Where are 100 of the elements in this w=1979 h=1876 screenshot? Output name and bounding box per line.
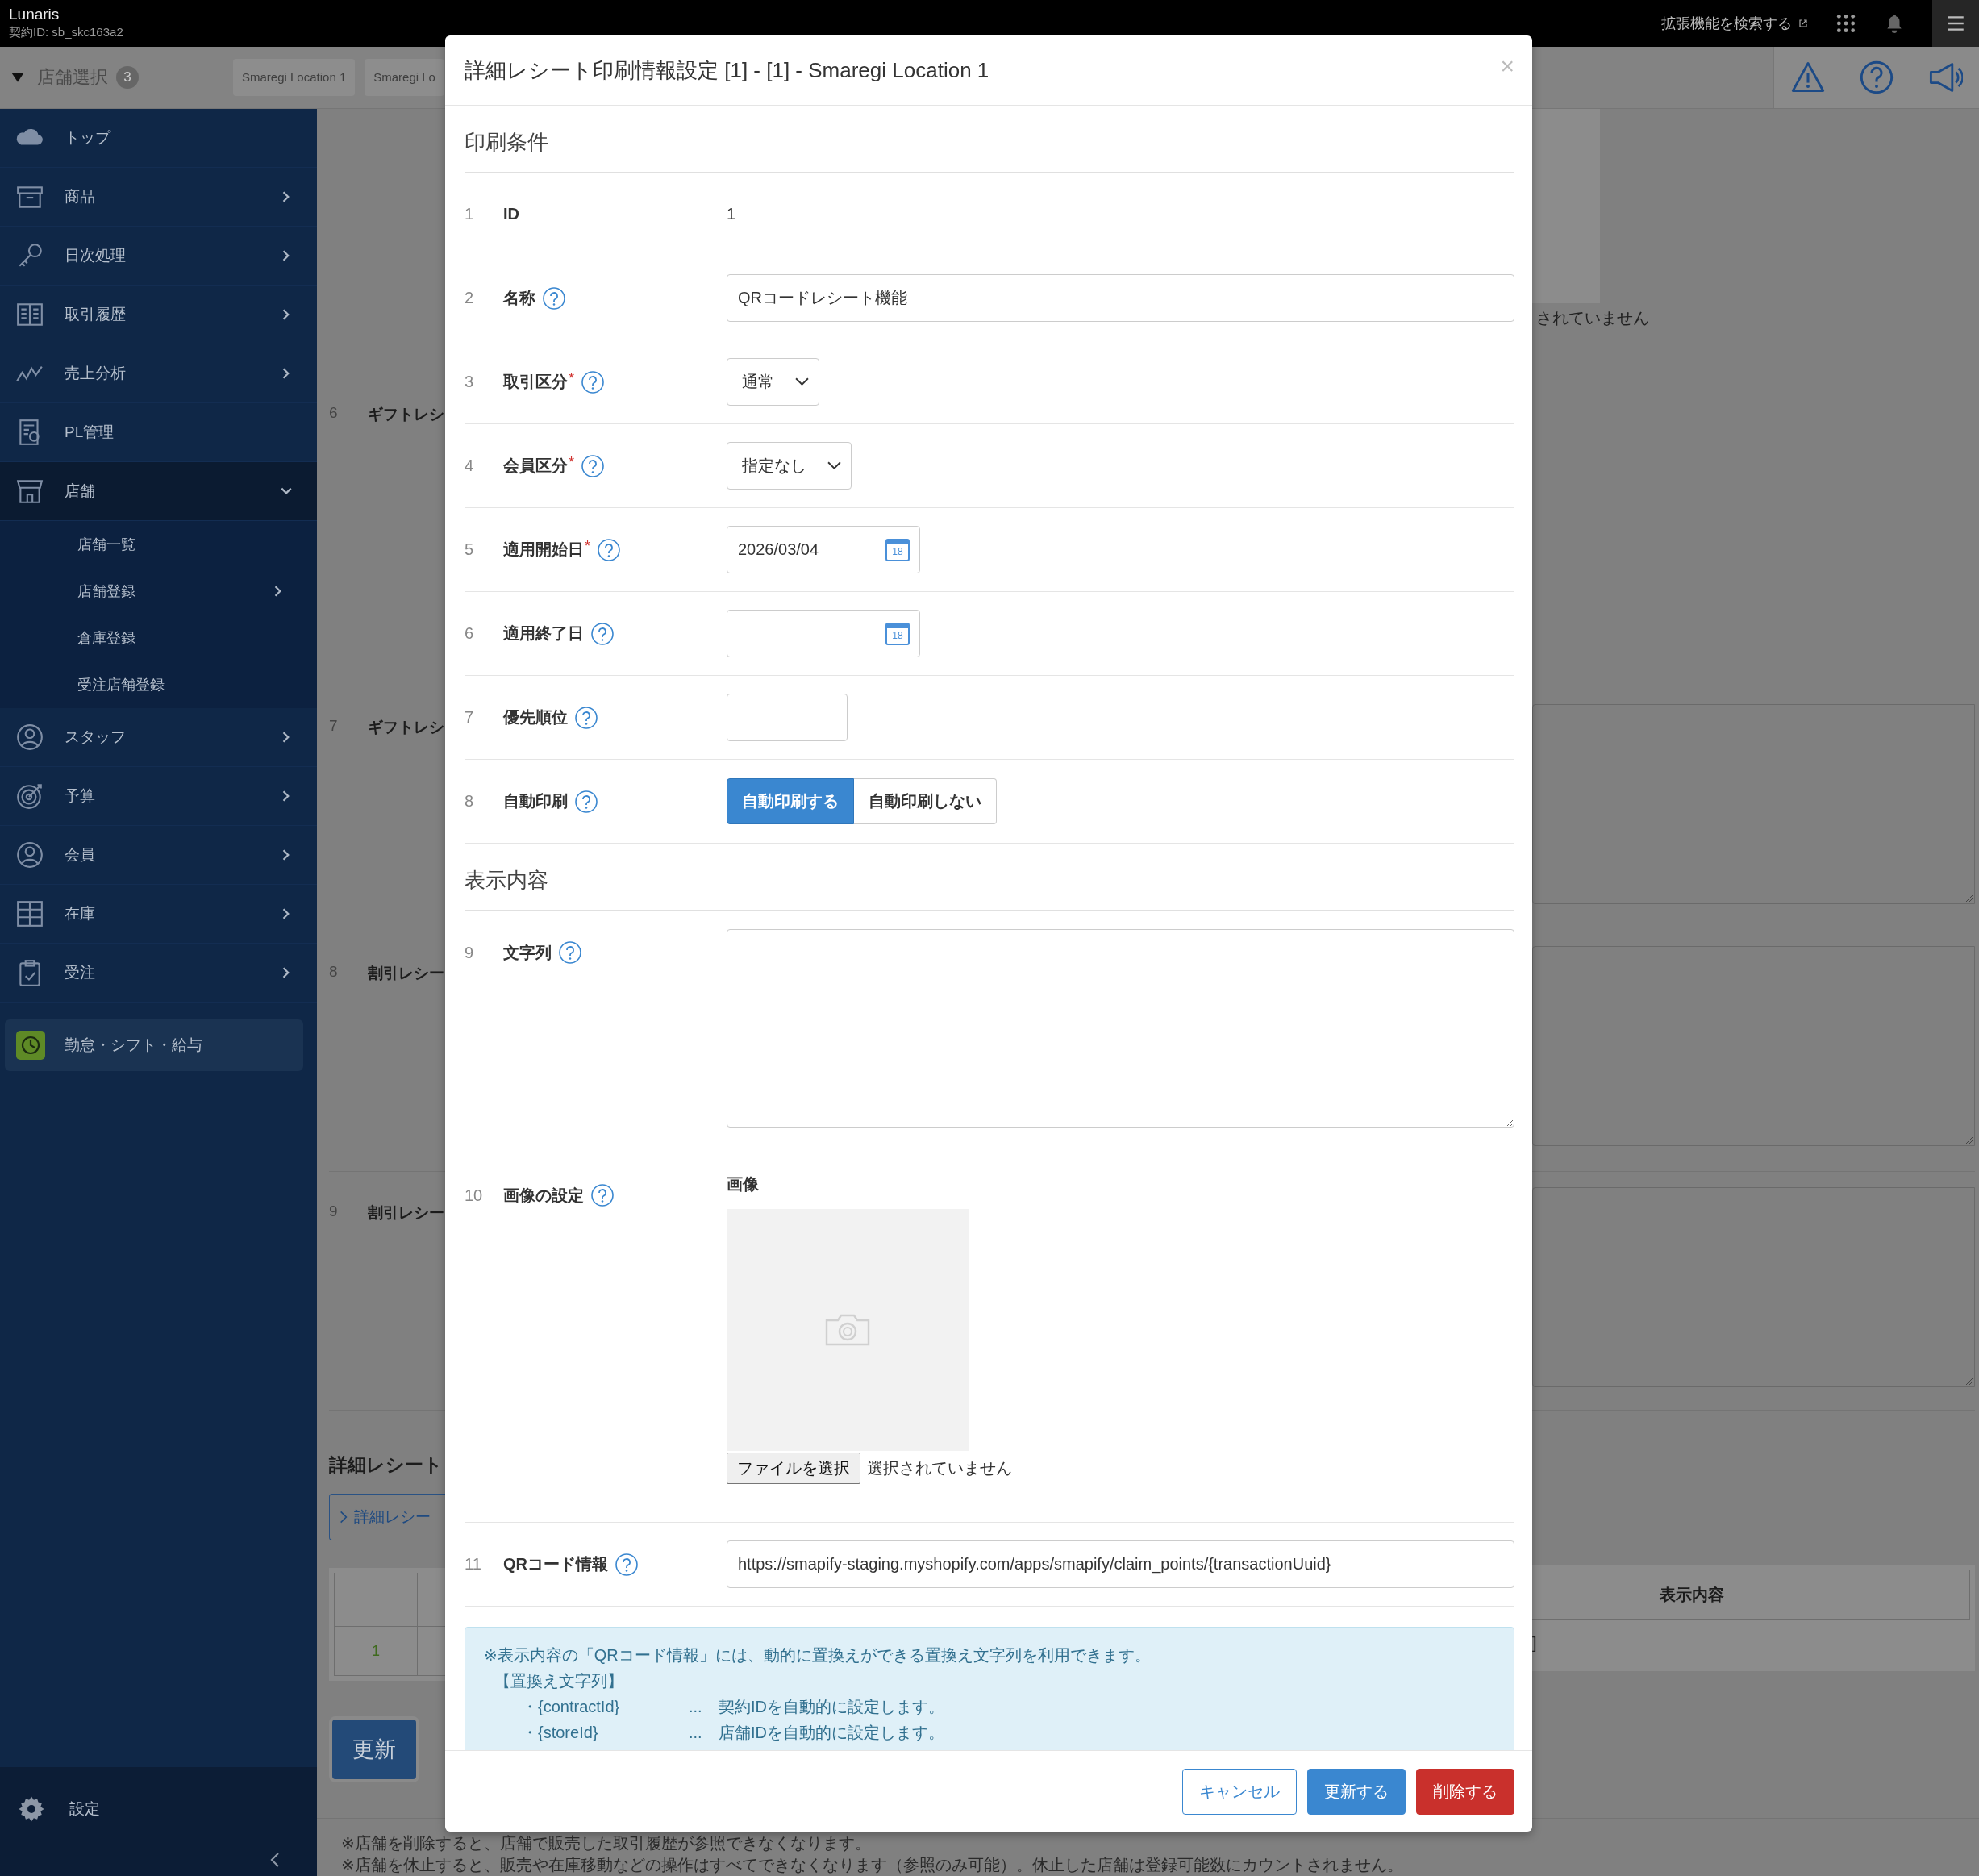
help-icon[interactable]	[558, 940, 582, 965]
row-number: 4	[465, 456, 475, 475]
choose-file-button[interactable]: ファイルを選択	[727, 1453, 860, 1484]
number-field[interactable]	[727, 694, 848, 741]
field-label: ID	[503, 205, 519, 223]
sidebar-item[interactable]: トップ	[0, 109, 317, 168]
cancel-button[interactable]: キャンセル	[1182, 1768, 1297, 1815]
row-number: 3	[465, 373, 475, 391]
collapse-icon[interactable]	[269, 1851, 281, 1869]
target-icon	[15, 782, 44, 811]
submenu-item[interactable]: 倉庫登録	[0, 615, 317, 661]
toggle-button[interactable]: 自動印刷しない	[854, 778, 997, 824]
row-number: 1	[465, 205, 475, 223]
note-text: ※店舗を休止すると、販売や在庫移動などの操作はすべてできなくなります（参照のみ可能）。休止した店舗は登録可能数にカウントされません。	[341, 1855, 1404, 1875]
caret-icon	[795, 377, 809, 386]
text-field[interactable]: QRコードレシート機能	[727, 274, 1514, 322]
placeholder-description: 店舗IDを自動的に設定します。	[719, 1723, 944, 1743]
date-field[interactable]: 2026/03/04 18	[727, 526, 920, 573]
toggle-button[interactable]: 自動印刷する	[727, 778, 854, 824]
field-label: 自動印刷	[503, 791, 568, 811]
help-icon[interactable]	[574, 705, 598, 730]
sidebar-item[interactable]: 予算	[0, 767, 317, 826]
row-label: ギフトレシ	[368, 718, 444, 737]
dialog-title: 詳細レシート印刷情報設定 [1] - [1] - Smaregi Location 1	[465, 56, 990, 84]
sidebar-item[interactable]: スタッフ	[0, 708, 317, 767]
text-field[interactable]: https://smapify-staging.myshopify.com/apps/smapify/claim_points/{transactionUuid}	[727, 1540, 1514, 1588]
submenu-item[interactable]: 店舗登録	[0, 568, 317, 615]
sidebar-item[interactable]: 売上分析	[0, 344, 317, 403]
placeholder-key: ・{contractId}	[522, 1694, 689, 1720]
field-label: 適用開始日	[503, 540, 584, 560]
count-badge: 3	[116, 66, 139, 89]
row-label: 割引レシー	[368, 964, 444, 983]
help-icon[interactable]	[574, 789, 598, 814]
help-icon[interactable]	[542, 286, 566, 311]
info-text: 【置換え文字列】	[494, 1671, 624, 1691]
ellipsis-text: ...	[689, 1723, 703, 1743]
file-status: 選択されていません	[867, 1458, 1012, 1478]
help-icon[interactable]	[1859, 60, 1894, 95]
sidebar-item[interactable]: 受注	[0, 944, 317, 1003]
field-label: 画像の設定	[503, 1186, 584, 1206]
required-mark: *	[585, 537, 590, 555]
row-label: 割引レシー	[368, 1203, 444, 1223]
select-field[interactable]: 通常	[727, 358, 819, 406]
field-label: 優先順位	[503, 707, 568, 727]
app-name: Lunaris	[9, 5, 60, 24]
row-number: 10	[465, 1186, 484, 1206]
extensions-link[interactable]: 拡張機能を検索する	[1661, 14, 1808, 33]
table-cell-text: ]	[1532, 1633, 1538, 1653]
sidebar-item[interactable]: 商品	[0, 168, 317, 227]
help-icon[interactable]	[615, 1552, 639, 1577]
help-icon[interactable]	[590, 1183, 615, 1207]
sidebar-item[interactable]: 取引履歴	[0, 286, 317, 344]
file-status: されていません	[1536, 308, 1650, 328]
row-number: 5	[465, 540, 475, 559]
apps-grid-icon[interactable]	[1835, 13, 1856, 34]
field-label: 文字列	[503, 943, 552, 963]
menu-button[interactable]	[1932, 0, 1979, 47]
help-icon[interactable]	[597, 537, 621, 562]
row-label: ギフトレシ	[368, 405, 444, 424]
external-link-icon	[1798, 19, 1808, 28]
select-field[interactable]: 指定なし	[727, 442, 852, 490]
row-number: 8	[329, 963, 339, 981]
sidebar-item[interactable]: 日次処理	[0, 227, 317, 286]
user-icon	[15, 840, 44, 869]
note-text: ※店舗を削除すると、店舗で販売した取引履歴が参照できなくなります。	[341, 1833, 872, 1853]
sidebar-item[interactable]: 店舗	[0, 462, 317, 521]
store-select[interactable]: 店舗選択 3	[0, 47, 210, 108]
submenu-item[interactable]: 受注店舗登録	[0, 661, 317, 708]
section-title: 印刷条件	[465, 128, 548, 156]
field-label: QRコード情報	[503, 1554, 608, 1574]
row-number: 11	[465, 1555, 482, 1574]
image-caption: 画像	[727, 1174, 760, 1194]
resize-grip-icon	[1964, 1377, 1973, 1385]
resize-grip-icon	[1964, 1136, 1973, 1144]
table-cell: 1	[334, 1627, 418, 1675]
row-number: 9	[465, 943, 475, 963]
update-button[interactable]: 更新する	[1307, 1768, 1406, 1815]
help-icon[interactable]	[581, 369, 605, 394]
clock-icon	[16, 1031, 45, 1060]
section-title: 詳細レシート	[329, 1453, 444, 1477]
resize-grip-icon	[1964, 894, 1973, 902]
sidebar-item[interactable]: 勤怠・シフト・給与	[5, 1019, 303, 1071]
sidebar-item[interactable]: 在庫	[0, 885, 317, 944]
field-label: 適用終了日	[503, 623, 584, 644]
help-icon[interactable]	[581, 453, 605, 478]
row-number: 7	[329, 717, 339, 735]
help-icon[interactable]	[590, 621, 615, 646]
row-number: 8	[465, 792, 475, 811]
info-text: ※表示内容の「QRコード情報」には、動的に置換えができる置換え文字列を利用できます。	[484, 1645, 1152, 1665]
settings-icon	[18, 1795, 45, 1823]
update-button[interactable]: 更新	[329, 1716, 419, 1782]
contract-id: 契約ID: sb_skc163a2	[9, 24, 123, 40]
submenu-item[interactable]: 店舗一覧	[0, 521, 317, 568]
row-number: 7	[465, 708, 475, 727]
field-label: 会員区分	[503, 456, 568, 476]
person-icon	[15, 723, 44, 752]
ellipsis-text: ...	[689, 1697, 703, 1717]
column-header: 表示内容	[1532, 1570, 1970, 1620]
delete-button[interactable]: 削除する	[1416, 1768, 1514, 1815]
sidebar-item[interactable]: 会員	[0, 826, 317, 885]
